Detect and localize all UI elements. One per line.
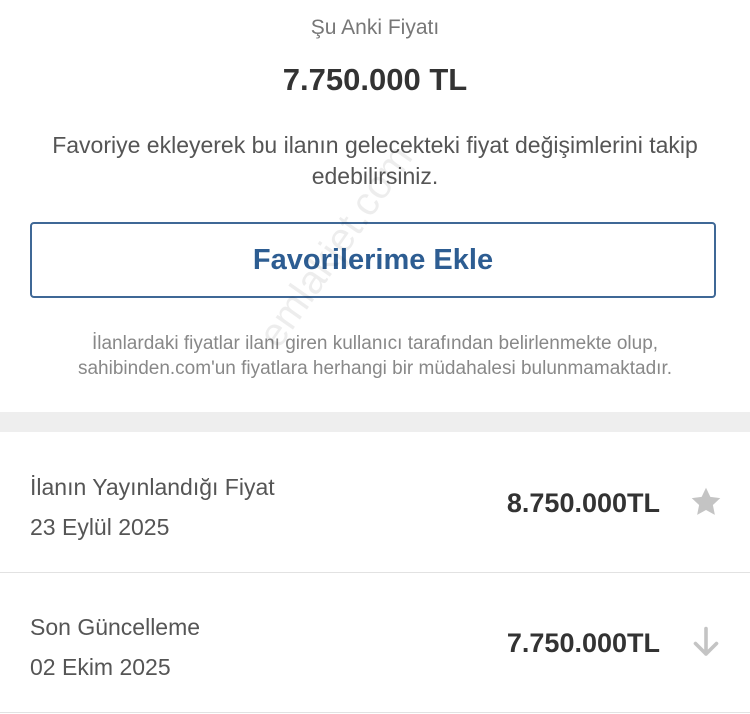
- price-disclaimer: İlanlardaki fiyatlar ilanı giren kullanı…: [77, 333, 673, 379]
- history-price: 7.750.000TL: [506, 628, 660, 658]
- add-to-favorites-button[interactable]: Favorilerime Ekle: [30, 222, 716, 298]
- price-history-row: Son Güncelleme 02 Ekim 2025 7.750.000TL: [0, 572, 750, 713]
- price-history-row: İlanın Yayınlandığı Fiyat 23 Eylül 2025 …: [0, 432, 750, 573]
- price-summary: Şu Anki Fiyatı 7.750.000 TL Favoriye ekl…: [0, 0, 750, 412]
- arrow-down-icon: [693, 626, 719, 656]
- history-date: 23 Eylül 2025: [30, 514, 170, 540]
- section-divider: [0, 412, 750, 432]
- history-date: 02 Ekim 2025: [30, 654, 171, 680]
- current-price-label: Şu Anki Fiyatı: [310, 16, 440, 39]
- star-icon: [691, 487, 721, 515]
- history-label: İlanın Yayınlandığı Fiyat: [30, 474, 275, 500]
- history-label: Son Güncelleme: [30, 614, 201, 640]
- favorite-info-text: Favoriye ekleyerek bu ilanın gelecekteki…: [52, 132, 698, 189]
- history-price: 8.750.000TL: [506, 488, 660, 518]
- current-price-value: 7.750.000 TL: [282, 62, 468, 97]
